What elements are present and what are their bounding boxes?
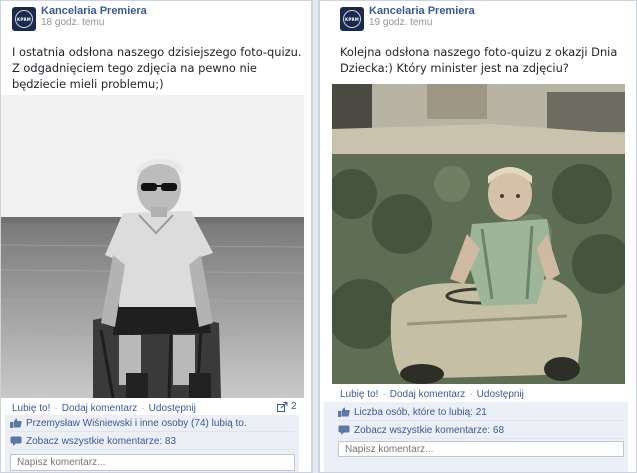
likes-row[interactable]: Liczba osób, które to lubią: 21 <box>338 404 624 421</box>
speech-bubble-icon <box>338 425 350 435</box>
post-photo[interactable] <box>332 84 625 384</box>
likes-row[interactable]: Przemysław Wiśniewski i inne osoby (74) … <box>10 415 295 432</box>
post-photo[interactable] <box>1 95 304 398</box>
ufi-box: Liczba osób, które to lubią: 21 Zobacz w… <box>324 402 628 472</box>
share-link[interactable]: Udostępnij <box>149 403 196 414</box>
share-count-value: 2 <box>291 401 297 412</box>
comment-link[interactable]: Dodaj komentarz <box>390 389 466 400</box>
likes-text[interactable]: Liczba osób, które to lubią: 21 <box>354 407 487 418</box>
separator: · <box>382 388 386 400</box>
timestamp[interactable]: 18 godz. temu <box>41 17 147 29</box>
kprm-logo: KPRM <box>15 10 33 28</box>
author-link[interactable]: Kancelaria Premiera <box>369 5 475 17</box>
comment-input[interactable] <box>10 454 295 471</box>
post-message: I ostatnia odsłona naszego dzisiejszego … <box>12 45 302 91</box>
author-link[interactable]: Kancelaria Premiera <box>41 5 147 17</box>
comment-link[interactable]: Dodaj komentarz <box>62 403 138 414</box>
speech-bubble-icon <box>10 436 22 446</box>
page-avatar[interactable]: KPRM <box>340 7 364 31</box>
photo-child-in-toy-car <box>332 84 625 384</box>
separator: · <box>141 402 145 414</box>
comments-row[interactable]: Zobacz wszystkie komentarze: 68 <box>338 422 624 439</box>
view-comments-link[interactable]: Zobacz wszystkie komentarze: 83 <box>26 436 176 447</box>
post-actions: Lubię to! · Dodaj komentarz · Udostępnij <box>12 401 196 415</box>
column-divider <box>312 0 319 473</box>
page-avatar[interactable]: KPRM <box>12 7 36 31</box>
post-right: KPRM Kancelaria Premiera 19 godz. temu K… <box>319 0 637 473</box>
separator: · <box>469 388 473 400</box>
kprm-logo: KPRM <box>343 10 361 28</box>
like-link[interactable]: Lubię to! <box>12 403 50 414</box>
share-link[interactable]: Udostępnij <box>477 389 524 400</box>
comment-input[interactable] <box>338 441 624 457</box>
post-actions: Lubię to! · Dodaj komentarz · Udostępnij <box>340 387 524 401</box>
likes-text[interactable]: Przemysław Wiśniewski i inne osoby (74) … <box>26 418 247 429</box>
view-comments-link[interactable]: Zobacz wszystkie komentarze: 68 <box>354 425 504 436</box>
post-message: Kolejna odsłona naszego foto-quizu z oka… <box>340 45 618 75</box>
photo-boy-on-post <box>1 95 304 398</box>
post-header: KPRM Kancelaria Premiera 18 godz. temu <box>12 5 147 31</box>
timestamp[interactable]: 19 godz. temu <box>369 17 475 29</box>
thumbs-up-icon <box>338 407 350 417</box>
post-left: KPRM Kancelaria Premiera 18 godz. temu I… <box>0 0 312 473</box>
separator: · <box>54 402 58 414</box>
share-icon <box>277 401 288 412</box>
thumbs-up-icon <box>10 418 22 428</box>
comments-row[interactable]: Zobacz wszystkie komentarze: 83 <box>10 433 295 450</box>
ufi-box: Przemysław Wiśniewski i inne osoby (74) … <box>5 415 299 472</box>
like-link[interactable]: Lubię to! <box>340 389 378 400</box>
post-header: KPRM Kancelaria Premiera 19 godz. temu <box>340 5 475 31</box>
share-count[interactable]: 2 <box>277 401 297 412</box>
